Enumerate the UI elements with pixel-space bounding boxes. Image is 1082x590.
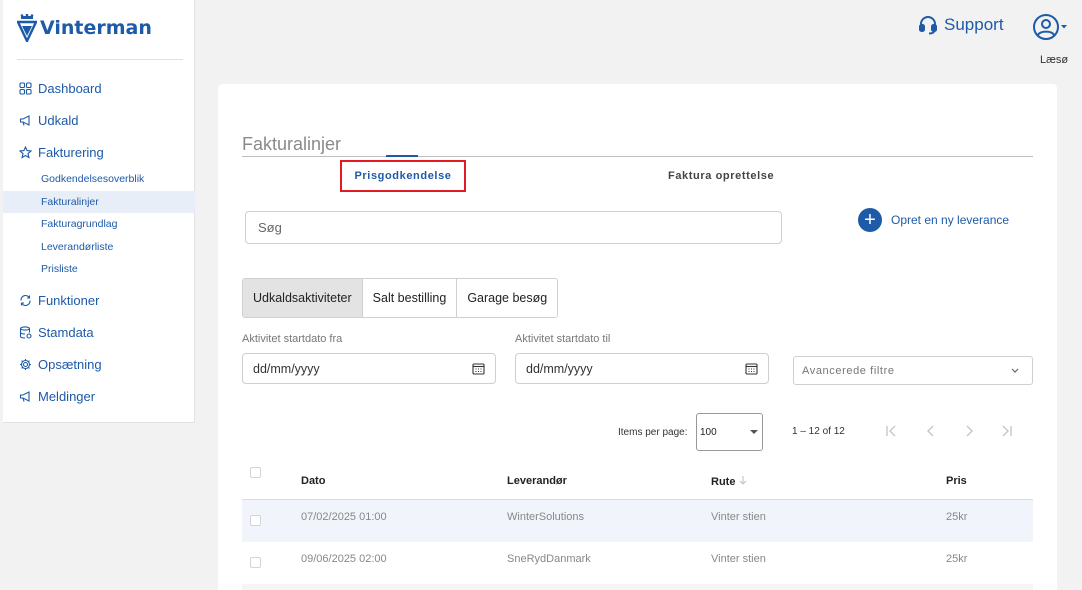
sidebar-item-label: Udkald [38, 112, 79, 128]
user-menu[interactable] [1032, 13, 1068, 41]
date-from-label: Aktivitet startdato fra [242, 333, 343, 345]
sort-arrow-icon [739, 476, 746, 485]
cell-supplier: SneRydDanmark [507, 553, 591, 565]
logo[interactable]: Vinterman [17, 14, 152, 42]
active-tab-indicator [386, 155, 418, 157]
new-delivery-button[interactable]: + Opret en ny leverance [858, 208, 1009, 232]
header-price[interactable]: Pris [946, 475, 967, 487]
grid-icon [19, 81, 32, 95]
segment-udkaldsaktiviteter[interactable]: Udkaldsaktiviteter [243, 279, 363, 317]
new-delivery-label: Opret en ny leverance [891, 213, 1010, 227]
caret-down-icon [750, 430, 758, 434]
chevron-down-icon [1011, 368, 1019, 373]
sidebar-item-udkald[interactable]: Udkald [3, 108, 195, 132]
megaphone-icon [19, 391, 30, 403]
main-card: Fakturalinjer Prisgodkendelse Faktura op… [218, 84, 1057, 590]
row-checkbox[interactable] [250, 515, 261, 526]
sidebar-subitem-fakturalinjer[interactable]: Fakturalinjer [3, 190, 195, 214]
support-label: Support [944, 15, 1004, 34]
sidebar-item-label: Meldinger [38, 389, 96, 405]
table-row[interactable] [242, 584, 1033, 590]
support-button[interactable]: Support [918, 15, 1004, 35]
headset-icon [919, 16, 937, 35]
select-all-checkbox[interactable] [250, 467, 261, 478]
search-input[interactable] [245, 211, 782, 244]
items-per-page-label: Items per page: [618, 427, 688, 438]
header-route[interactable]: Rute [711, 475, 747, 488]
sidebar-item-label: Funktioner [38, 293, 100, 309]
segment-garage-besog[interactable]: Garage besøg [457, 279, 558, 317]
cell-date: 07/02/2025 01:00 [301, 511, 387, 523]
cell-price: 25kr [946, 511, 968, 523]
header-route-label: Rute [711, 476, 736, 488]
row-checkbox[interactable] [250, 557, 261, 568]
user-avatar-icon [1033, 14, 1059, 40]
last-page-icon[interactable] [1000, 423, 1014, 439]
date-to-value: dd/mm/yyyy [526, 361, 593, 376]
sidebar-subitem-fakturagrundlag[interactable]: Fakturagrundlag [3, 213, 195, 236]
cell-price: 25kr [946, 553, 968, 565]
header-supplier[interactable]: Leverandør [507, 475, 567, 487]
sidebar-item-opsaetning[interactable]: Opsætning [3, 353, 195, 377]
cell-date: 09/06/2025 02:00 [301, 553, 387, 565]
table-row[interactable]: 09/06/2025 02:00 SneRydDanmark Vinter st… [242, 542, 1033, 584]
refresh-icon [20, 295, 31, 307]
table-header: Dato Leverandør Rute Pris [242, 459, 1033, 500]
user-location: Læsø [1040, 54, 1069, 66]
sidebar-nav: Dashboard Udkald Fakturering Godkendelse… [3, 76, 195, 417]
page-title: Fakturalinjer [242, 134, 342, 154]
tab-faktura-oprettelse[interactable]: Faktura oprettelse [668, 170, 774, 182]
first-page-icon[interactable] [884, 423, 898, 439]
items-per-page-select[interactable]: 100 [696, 413, 763, 451]
sidebar-item-label: Stamdata [38, 325, 94, 341]
date-from-value: dd/mm/yyyy [253, 361, 320, 376]
next-page-icon[interactable] [962, 423, 976, 439]
cell-route: Vinter stien [711, 511, 766, 523]
items-per-page-value: 100 [700, 426, 717, 438]
crown-v-logo-icon [17, 14, 37, 42]
calendar-icon [745, 363, 758, 375]
sidebar-item-stamdata[interactable]: Stamdata [3, 321, 195, 345]
advanced-filters-label: Avancerede filtre [802, 364, 895, 377]
title-underline [242, 156, 1033, 157]
sidebar-item-label: Dashboard [38, 80, 102, 96]
date-to-input[interactable]: dd/mm/yyyy [515, 353, 769, 384]
star-icon [19, 145, 32, 159]
calendar-icon [472, 363, 485, 375]
database-icon [19, 326, 32, 340]
sidebar-item-meldinger[interactable]: Meldinger [3, 385, 195, 409]
sidebar-item-fakturering[interactable]: Fakturering [3, 140, 195, 164]
table-row[interactable]: 07/02/2025 01:00 WinterSolutions Vinter … [242, 500, 1033, 542]
tab-prisgodkendelse[interactable]: Prisgodkendelse [340, 160, 466, 192]
divider [17, 59, 183, 60]
plus-icon: + [858, 208, 882, 232]
sidebar-item-label: Opsætning [38, 357, 102, 373]
sidebar-subitem-godkendelsesoverblik[interactable]: Godkendelsesoverblik [3, 168, 195, 191]
prev-page-icon[interactable] [924, 423, 938, 439]
caret-down-icon [1061, 25, 1067, 29]
sidebar-item-funktioner[interactable]: Funktioner [3, 289, 195, 313]
activity-type-toggle: Udkaldsaktiviteter Salt bestilling Garag… [242, 278, 559, 318]
pagination-range: 1 – 12 of 12 [792, 426, 845, 437]
gear-icon [20, 359, 31, 371]
invoice-lines-table: Dato Leverandør Rute Pris 07/02/2025 01:… [242, 459, 1033, 590]
cell-supplier: WinterSolutions [507, 511, 585, 523]
sidebar-item-label: Fakturering [38, 144, 104, 160]
sidebar-subitem-prisliste[interactable]: Prisliste [3, 258, 195, 281]
sidebar-item-dashboard[interactable]: Dashboard [3, 76, 195, 100]
advanced-filters-dropdown[interactable]: Avancerede filtre [793, 356, 1033, 385]
submenu-fakturering: Godkendelsesoverblik Fakturalinjer Faktu… [3, 168, 195, 281]
megaphone-icon [19, 114, 30, 126]
sidebar-subitem-leverandorliste[interactable]: Leverandørliste [3, 236, 195, 259]
segment-salt-bestilling[interactable]: Salt bestilling [362, 279, 458, 317]
date-from-input[interactable]: dd/mm/yyyy [242, 353, 496, 384]
app-name: Vinterman [40, 17, 152, 39]
sidebar: Vinterman Dashboard Udkald Fakturering G… [3, 0, 195, 423]
cell-route: Vinter stien [711, 553, 766, 565]
date-to-label: Aktivitet startdato til [515, 333, 611, 345]
header-date[interactable]: Dato [301, 475, 325, 487]
